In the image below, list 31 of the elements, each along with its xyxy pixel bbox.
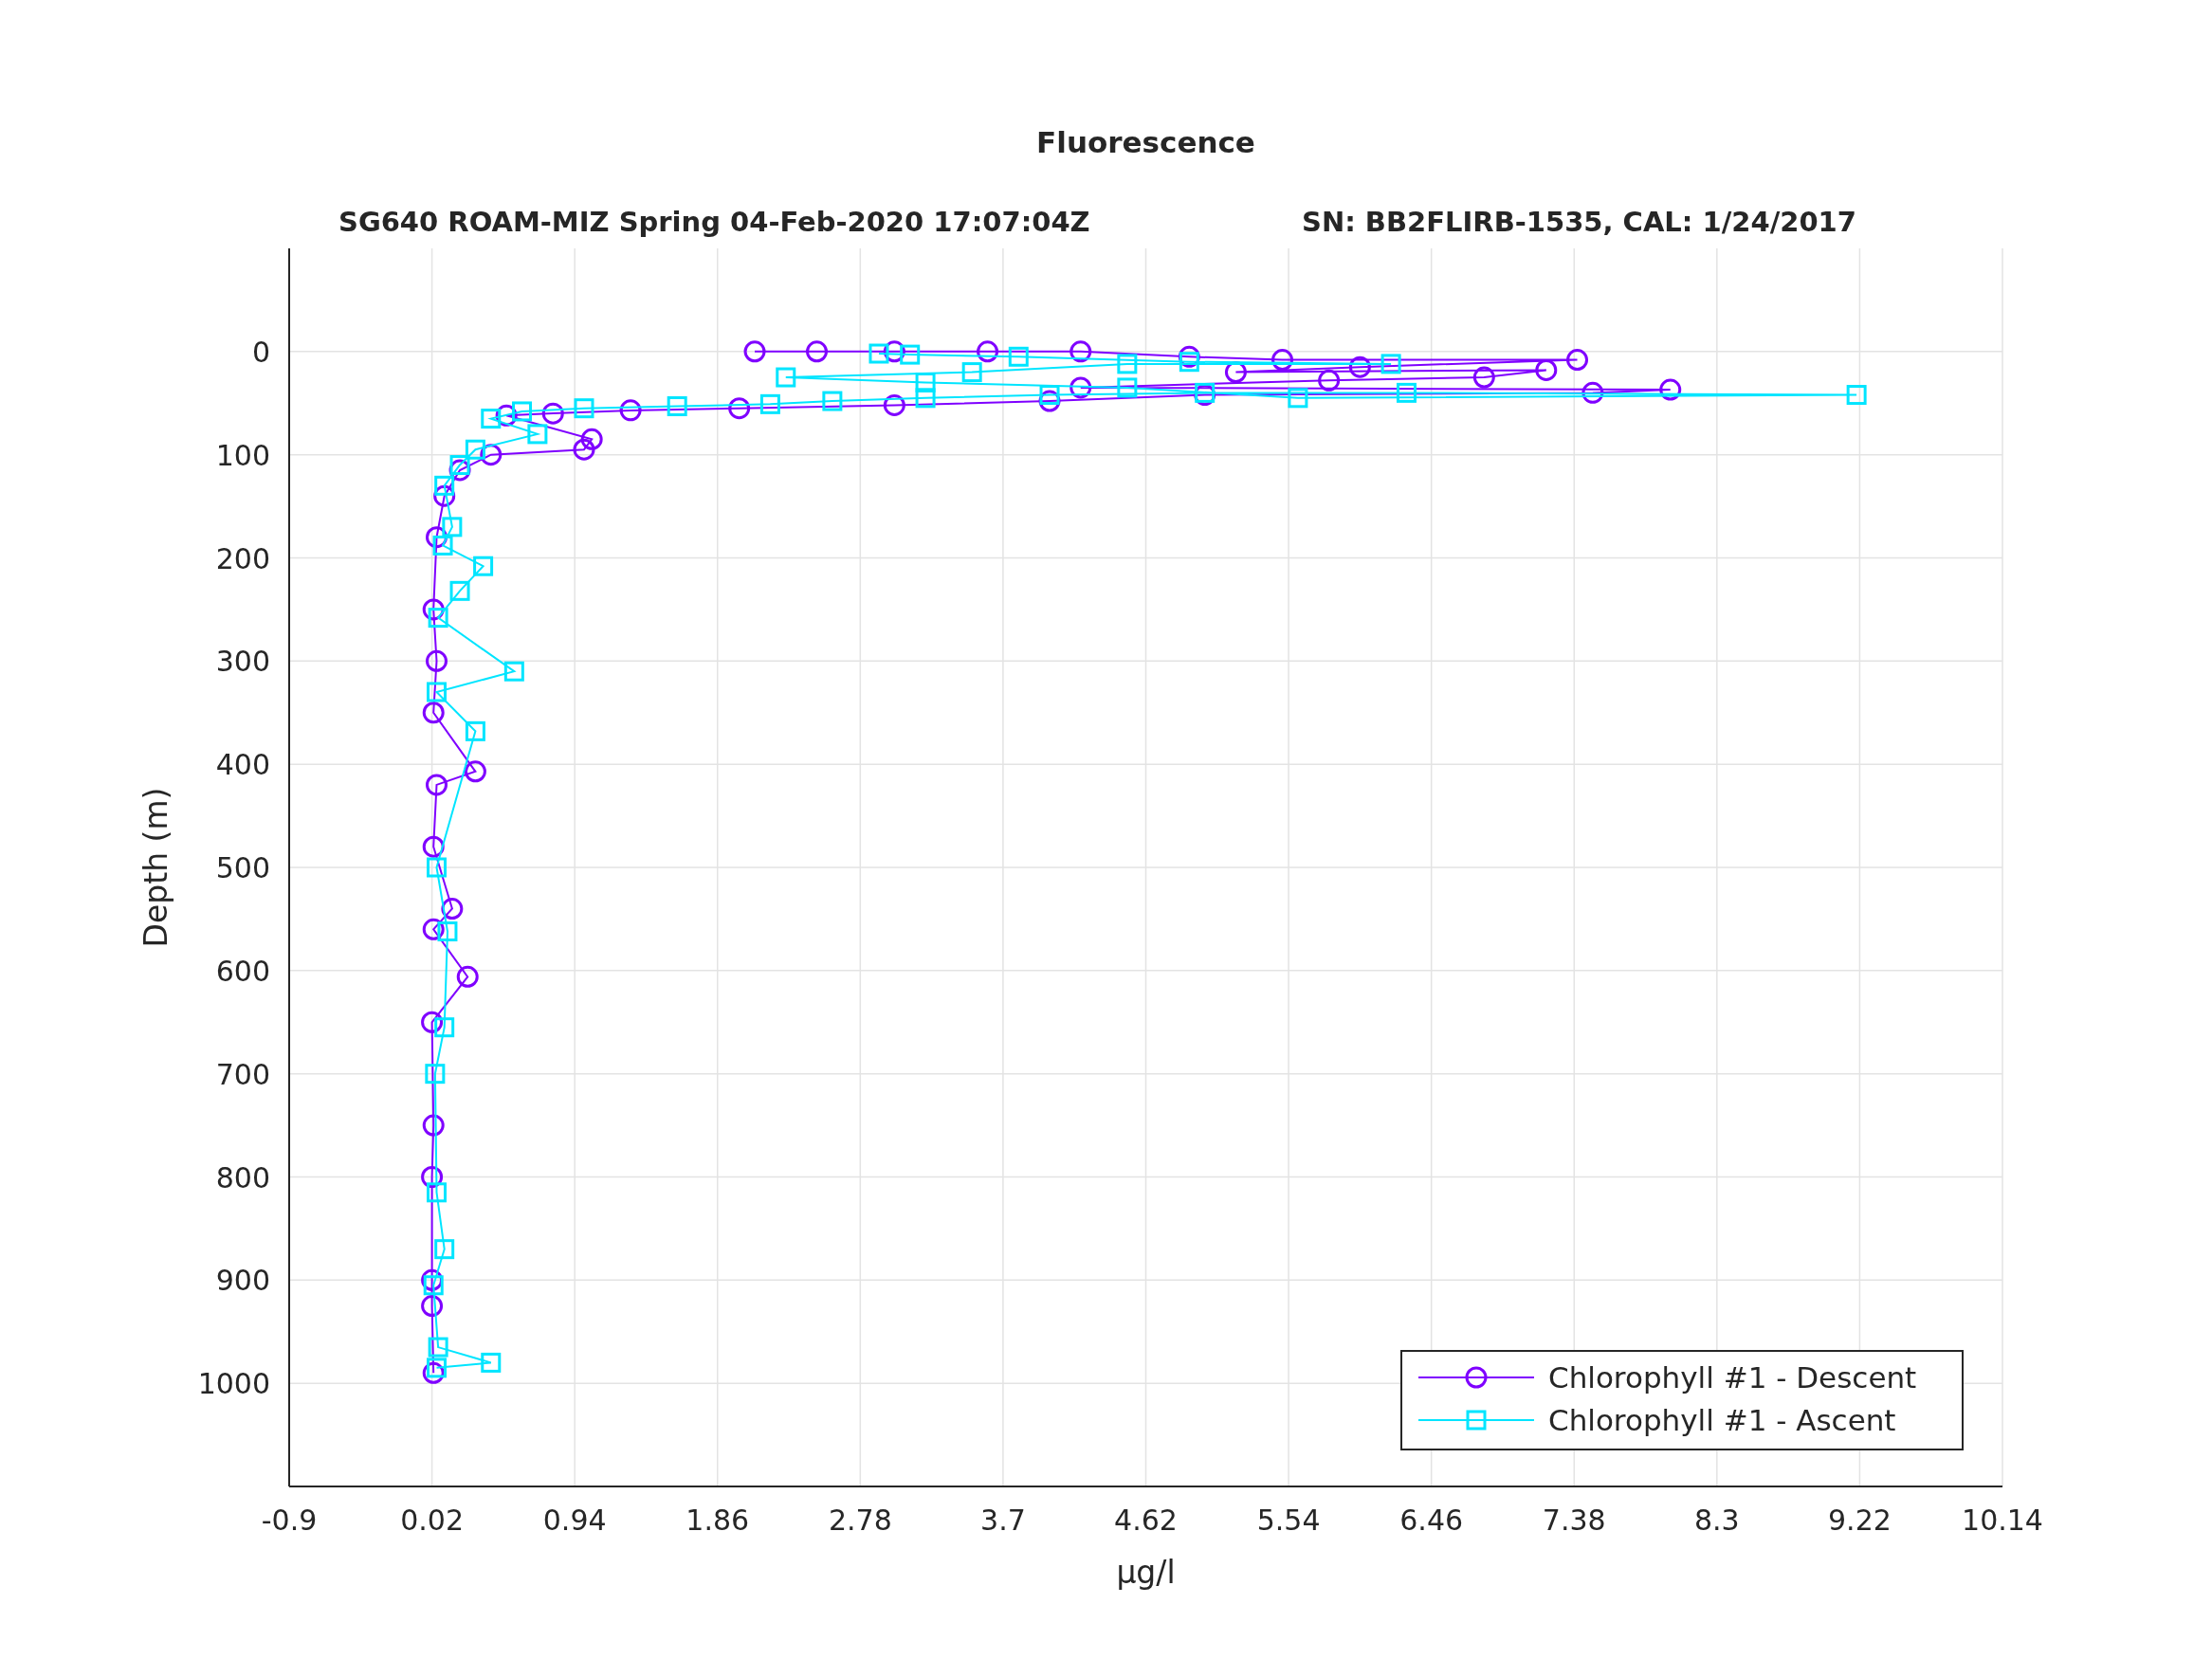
x-tick-label: 9.22 (1828, 1504, 1892, 1537)
y-tick-label: 0 (251, 335, 270, 369)
x-axis-label: μg/l (1116, 1554, 1176, 1591)
y-tick-label: 400 (215, 748, 270, 782)
legend-label: Chlorophyll #1 - Ascent (1548, 1403, 1896, 1437)
y-tick-label: 1000 (197, 1367, 270, 1401)
chart-title: Fluorescence (1036, 125, 1255, 159)
x-tick-label: 0.94 (542, 1504, 607, 1537)
x-tick-label: 5.54 (1256, 1504, 1321, 1537)
x-tick-label: 6.46 (1399, 1504, 1464, 1537)
x-tick-label: 3.7 (980, 1504, 1026, 1537)
x-tick-label: 1.86 (686, 1504, 750, 1537)
y-tick-label: 800 (215, 1160, 270, 1194)
x-tick-label: 7.38 (1542, 1504, 1606, 1537)
legend-label: Chlorophyll #1 - Descent (1548, 1360, 1917, 1395)
y-tick-label: 900 (215, 1264, 270, 1298)
y-tick-label: 500 (215, 851, 270, 884)
x-tick-label: 2.78 (828, 1504, 892, 1537)
x-tick-label: 8.3 (1693, 1504, 1740, 1537)
y-tick-label: 600 (215, 954, 270, 988)
x-tick-label: 10.14 (1962, 1504, 2043, 1537)
x-tick-label: -0.9 (261, 1504, 318, 1537)
chart-subtitle: SN: BB2FLIRB-1535, CAL: 1/24/2017 (1302, 206, 1856, 238)
x-tick-label: 0.02 (400, 1504, 464, 1537)
x-tick-label: 4.62 (1114, 1504, 1178, 1537)
y-tick-label: 300 (215, 645, 270, 679)
y-tick-label: 100 (215, 438, 270, 472)
chart-subtitle: SG640 ROAM-MIZ Spring 04-Feb-2020 17:07:04Z (338, 206, 1090, 238)
y-tick-label: 700 (215, 1057, 270, 1091)
y-tick-label: 200 (215, 541, 270, 575)
y-axis-label: Depth (m) (137, 787, 174, 948)
